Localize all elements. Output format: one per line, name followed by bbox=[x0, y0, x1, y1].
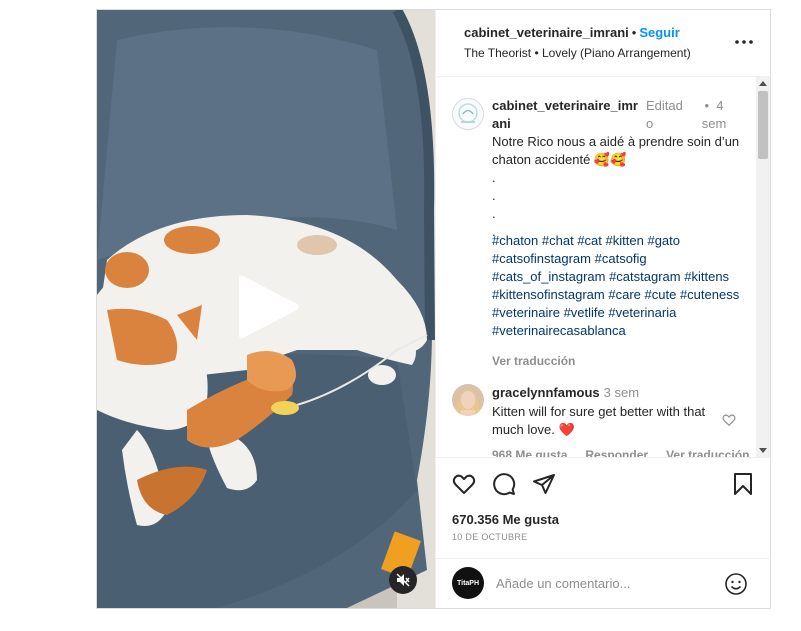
caption-text: Notre Rico nous a aidé à prendre soin d’… bbox=[492, 133, 742, 241]
hashtag-link[interactable]: #catsofinstagram bbox=[492, 251, 591, 266]
play-icon[interactable] bbox=[235, 272, 301, 342]
caption-dots: . . . . bbox=[492, 170, 496, 239]
caption-username[interactable]: cabinet_veterinaire_imr ani bbox=[492, 97, 642, 133]
hashtag-link[interactable]: #veterinaire bbox=[492, 305, 560, 320]
hashtag-link[interactable]: #catsofig bbox=[595, 251, 647, 266]
post-header: cabinet_veterinaire_imrani • Seguir The Th… bbox=[436, 10, 771, 77]
hashtag-link[interactable]: #kitten bbox=[606, 233, 644, 248]
comment-reply-button[interactable]: Responder bbox=[585, 448, 648, 457]
hashtag-link[interactable]: #chat bbox=[542, 233, 574, 248]
mute-icon[interactable] bbox=[389, 566, 417, 594]
comment-icon[interactable] bbox=[492, 472, 516, 496]
hashtag-link[interactable]: #vetlife bbox=[564, 305, 605, 320]
comment-header: gracelynnfamous 3 sem bbox=[492, 385, 639, 400]
scroll-up-arrow-icon[interactable] bbox=[759, 81, 767, 86]
post-video[interactable] bbox=[97, 10, 435, 608]
hashtag-link[interactable]: #kittensofinstagram bbox=[492, 287, 605, 302]
hashtag-link[interactable]: #catstagram bbox=[609, 269, 681, 284]
caption-hashtags: #chaton #chat #cat #kitten #gato #catsof… bbox=[492, 232, 742, 340]
hashtag-link[interactable]: #care bbox=[608, 287, 641, 302]
comment-likes[interactable]: 968 Me gusta bbox=[492, 448, 567, 457]
comments-scrollbar[interactable] bbox=[756, 77, 770, 457]
more-icon[interactable] bbox=[732, 30, 756, 54]
add-comment-row: TitaPH bbox=[436, 558, 771, 609]
share-icon[interactable] bbox=[532, 472, 556, 496]
add-comment-input[interactable] bbox=[496, 573, 716, 593]
hashtag-link[interactable]: #chaton bbox=[492, 233, 538, 248]
header-separator: • bbox=[631, 25, 637, 40]
hashtag-link[interactable]: #kittens bbox=[684, 269, 729, 284]
hashtag-link[interactable]: #cuteness bbox=[680, 287, 739, 302]
caption-edited-label: Editad o bbox=[646, 98, 683, 131]
current-user-avatar: TitaPH bbox=[452, 567, 484, 599]
hashtag-link[interactable]: #veterinaria bbox=[608, 305, 676, 320]
post-side-panel: cabinet_veterinaire_imrani • Seguir The Th… bbox=[435, 10, 771, 608]
header-user-row: cabinet_veterinaire_imrani • Seguir bbox=[464, 25, 680, 40]
comment-meta: 968 Me gusta Responder Ver traducción bbox=[492, 448, 756, 457]
scroll-down-arrow-icon[interactable] bbox=[759, 448, 767, 453]
comment-timestamp[interactable]: 3 sem bbox=[604, 385, 639, 400]
emoji-icon[interactable] bbox=[724, 572, 748, 596]
caption-timestamp[interactable]: • 4 sem bbox=[694, 97, 734, 133]
commenter-avatar[interactable] bbox=[452, 384, 484, 416]
comment-translate-link[interactable]: Ver traducción bbox=[666, 448, 749, 457]
comment-username[interactable]: gracelynnfamous bbox=[492, 385, 600, 400]
hashtag-link[interactable]: #cat bbox=[577, 233, 602, 248]
heart-icon[interactable] bbox=[452, 472, 476, 496]
follow-button[interactable]: Seguir bbox=[639, 25, 679, 40]
comment-text: Kitten will for sure get better with tha… bbox=[492, 404, 706, 437]
hashtag-link[interactable]: #cats_of_instagram bbox=[492, 269, 605, 284]
comments-list[interactable]: cabinet_veterinaire_imr ani Editad o • 4… bbox=[436, 77, 756, 457]
scroll-thumb[interactable] bbox=[758, 91, 768, 159]
post-actions: 670.356 Me gusta 10 DE OCTUBRE TitaPH bbox=[436, 457, 771, 609]
comment-like-heart-icon[interactable] bbox=[722, 413, 736, 427]
hashtag-link[interactable]: #gato bbox=[647, 233, 680, 248]
hashtag-link[interactable]: #veterinairecasablanca bbox=[492, 323, 626, 338]
author-avatar[interactable] bbox=[452, 98, 484, 130]
likes-count[interactable]: 670.356 Me gusta bbox=[452, 512, 559, 527]
post-dialog: cabinet_veterinaire_imrani • Seguir The Th… bbox=[96, 9, 771, 609]
header-username[interactable]: cabinet_veterinaire_imrani bbox=[464, 25, 629, 40]
hashtag-link[interactable]: #cute bbox=[645, 287, 677, 302]
save-icon[interactable] bbox=[731, 472, 755, 496]
post-date: 10 DE OCTUBRE bbox=[452, 532, 528, 542]
caption-translate-link[interactable]: Ver traducción bbox=[492, 354, 575, 368]
audio-link[interactable]: The Theorist • Lovely (Piano Arrangement… bbox=[464, 46, 691, 60]
